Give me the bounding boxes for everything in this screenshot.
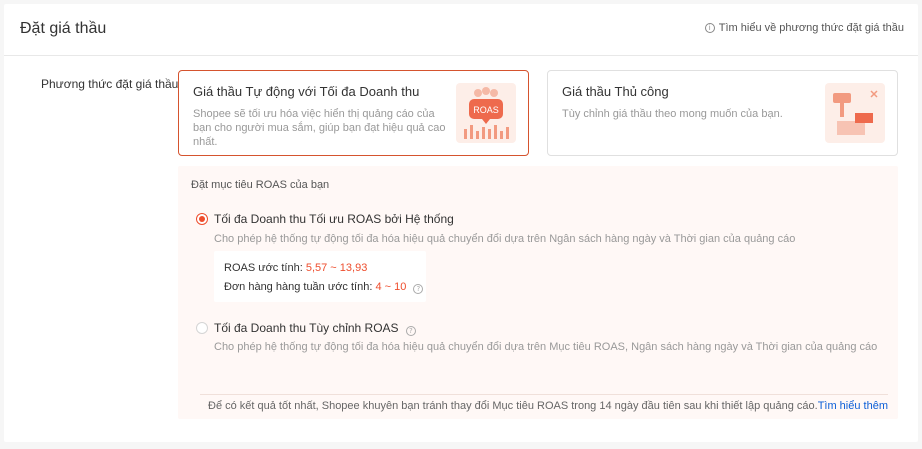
help-link-label: Tìm hiểu về phương thức đặt giá thầu: [718, 22, 904, 34]
roas-target-title: Đặt mục tiêu ROAS của bạn: [191, 179, 330, 191]
roas-illustration-text: ROAS: [473, 105, 499, 115]
manual-bid-title: Giá thầu Thủ công: [562, 84, 669, 99]
gavel-icon: [825, 83, 885, 143]
orders-estimate-value: 4 ~ 10: [375, 281, 407, 293]
roas-chart-icon: ROAS: [456, 83, 516, 143]
system-roas-label[interactable]: Tối đa Doanh thu Tối ưu ROAS bởi Hệ thốn…: [214, 212, 454, 226]
orders-estimate-row: Đơn hàng hàng tuần ước tính: 4 ~ 10 ?: [224, 281, 424, 294]
footer-note: Để có kết quả tốt nhất, Shopee khuyên bạ…: [208, 400, 888, 412]
system-roas-radio[interactable]: [196, 213, 208, 225]
divider: [200, 394, 888, 395]
help-link[interactable]: i Tìm hiểu về phương thức đặt giá thầu: [704, 22, 904, 34]
custom-roas-row[interactable]: Tối đa Doanh thu Tùy chỉnh ROAS ?: [214, 321, 416, 336]
question-icon[interactable]: ?: [413, 284, 424, 294]
orders-estimate-label: Đơn hàng hàng tuần ước tính:: [224, 281, 373, 293]
info-icon: i: [704, 23, 715, 33]
custom-roas-radio[interactable]: [196, 322, 208, 334]
system-roas-description: Cho phép hệ thống tự động tối đa hóa hiệ…: [214, 233, 796, 245]
footer-note-text: Để có kết quả tốt nhất, Shopee khuyên bạ…: [208, 400, 818, 412]
manual-bid-card[interactable]: Giá thầu Thủ công Tùy chỉnh giá thầu the…: [547, 70, 898, 156]
roas-target-section: Đặt mục tiêu ROAS của bạn Tối đa Doanh t…: [178, 166, 898, 419]
auto-bid-description: Shopee sẽ tối ưu hóa việc hiển thị quảng…: [193, 108, 446, 148]
roas-estimate-label: ROAS ước tính:: [224, 262, 303, 274]
bidding-method-label: Phương thức đặt giá thầu: [41, 77, 179, 91]
custom-roas-description: Cho phép hệ thống tự động tối đa hóa hiệ…: [214, 341, 878, 353]
auto-bid-card[interactable]: Giá thầu Tự động với Tối đa Doanh thu Sh…: [178, 70, 529, 156]
question-icon[interactable]: ?: [405, 326, 416, 336]
estimate-box: ROAS ước tính: 5,57 ~ 13,93 Đơn hàng hàn…: [214, 251, 426, 302]
roas-estimate-row: ROAS ước tính: 5,57 ~ 13,93: [224, 262, 367, 274]
learn-more-link[interactable]: Tìm hiểu thêm: [818, 400, 888, 412]
custom-roas-label: Tối đa Doanh thu Tùy chỉnh ROAS: [214, 321, 399, 335]
roas-estimate-value: 5,57 ~ 13,93: [305, 262, 368, 274]
manual-bid-description: Tùy chỉnh giá thầu theo mong muốn của bạ…: [562, 108, 783, 120]
page-title: Đặt giá thầu: [20, 20, 107, 37]
panel-header: Đặt giá thầu i Tìm hiểu về phương thức đ…: [4, 4, 918, 56]
auto-bid-title: Giá thầu Tự động với Tối đa Doanh thu: [193, 84, 420, 99]
